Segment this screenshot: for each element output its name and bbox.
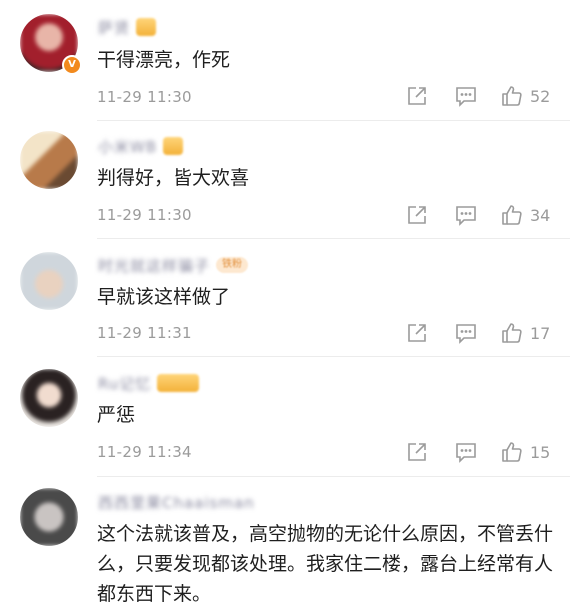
reply-icon bbox=[456, 324, 476, 344]
reply-icon bbox=[456, 443, 476, 463]
username[interactable]: Ru记忆 bbox=[98, 373, 151, 394]
comment-time: 11-29 11:30 bbox=[97, 88, 192, 106]
username[interactable]: 小米WB bbox=[98, 136, 157, 157]
divider bbox=[97, 356, 570, 357]
reply-icon bbox=[456, 206, 476, 226]
divider bbox=[97, 120, 570, 121]
comment-text: 严惩 bbox=[97, 404, 136, 426]
like-count: 34 bbox=[530, 205, 551, 225]
comment-actions: 52 bbox=[406, 82, 552, 110]
thumbs-up-icon bbox=[502, 86, 522, 106]
comment-text: 早就该这样做了 bbox=[97, 286, 231, 308]
username[interactable]: 萨贤 bbox=[98, 17, 130, 38]
username-row[interactable]: 西西里果Chaaisman bbox=[98, 491, 255, 513]
comment-text: 这个法就该普及，高空抛物的无论什么原因，不管丢什么，只要发现都该处理。我家住二楼… bbox=[97, 523, 554, 605]
level-badge-icon bbox=[163, 137, 184, 155]
thumbs-up-icon bbox=[502, 442, 522, 462]
comment-actions: 34 bbox=[406, 201, 552, 229]
comment-text: 干得漂亮，作死 bbox=[97, 49, 231, 71]
like-button[interactable]: 17 bbox=[500, 321, 552, 345]
avatar[interactable] bbox=[20, 131, 78, 189]
avatar[interactable] bbox=[20, 252, 78, 310]
like-count: 52 bbox=[530, 86, 551, 106]
thumbs-up-icon bbox=[502, 205, 522, 225]
share-button[interactable] bbox=[406, 85, 428, 107]
username[interactable]: 时光就这样骗子 bbox=[98, 255, 210, 276]
like-button[interactable]: 52 bbox=[500, 84, 552, 108]
share-button[interactable] bbox=[406, 204, 428, 226]
verified-badge-icon: V bbox=[62, 55, 82, 75]
comment-time: 11-29 11:31 bbox=[97, 324, 192, 342]
divider bbox=[97, 238, 570, 239]
username-row[interactable]: 萨贤 bbox=[98, 16, 157, 38]
share-button[interactable] bbox=[406, 322, 428, 344]
comment-text: 判得好，皆大欢喜 bbox=[97, 167, 250, 189]
avatar[interactable] bbox=[20, 369, 78, 427]
divider bbox=[97, 476, 570, 477]
thumbs-up-icon bbox=[502, 323, 522, 343]
like-button[interactable]: 34 bbox=[500, 203, 552, 227]
share-icon bbox=[408, 324, 426, 342]
comment-actions: 17 bbox=[406, 319, 552, 347]
fan-badge: 铁粉 bbox=[216, 257, 249, 273]
level-badge-icon bbox=[157, 374, 200, 392]
username-row[interactable]: 小米WB bbox=[98, 135, 184, 157]
reply-button[interactable] bbox=[454, 322, 478, 344]
share-icon bbox=[408, 443, 426, 461]
reply-button[interactable] bbox=[454, 204, 478, 226]
like-count: 17 bbox=[530, 323, 551, 343]
reply-icon bbox=[456, 87, 476, 107]
share-icon bbox=[408, 87, 426, 105]
share-icon bbox=[408, 206, 426, 224]
like-button[interactable]: 15 bbox=[500, 440, 552, 464]
level-badge-icon bbox=[136, 18, 157, 36]
share-button[interactable] bbox=[406, 441, 428, 463]
reply-button[interactable] bbox=[454, 85, 478, 107]
username-row[interactable]: 时光就这样骗子 铁粉 bbox=[98, 254, 249, 276]
username[interactable]: 西西里果Chaaisman bbox=[98, 492, 255, 513]
reply-button[interactable] bbox=[454, 441, 478, 463]
comment-time: 11-29 11:30 bbox=[97, 206, 192, 224]
comment-time: 11-29 11:34 bbox=[97, 443, 192, 461]
username-row[interactable]: Ru记忆 bbox=[98, 372, 200, 394]
avatar[interactable] bbox=[20, 488, 78, 546]
comment-actions: 15 bbox=[406, 438, 552, 466]
like-count: 15 bbox=[530, 442, 551, 462]
